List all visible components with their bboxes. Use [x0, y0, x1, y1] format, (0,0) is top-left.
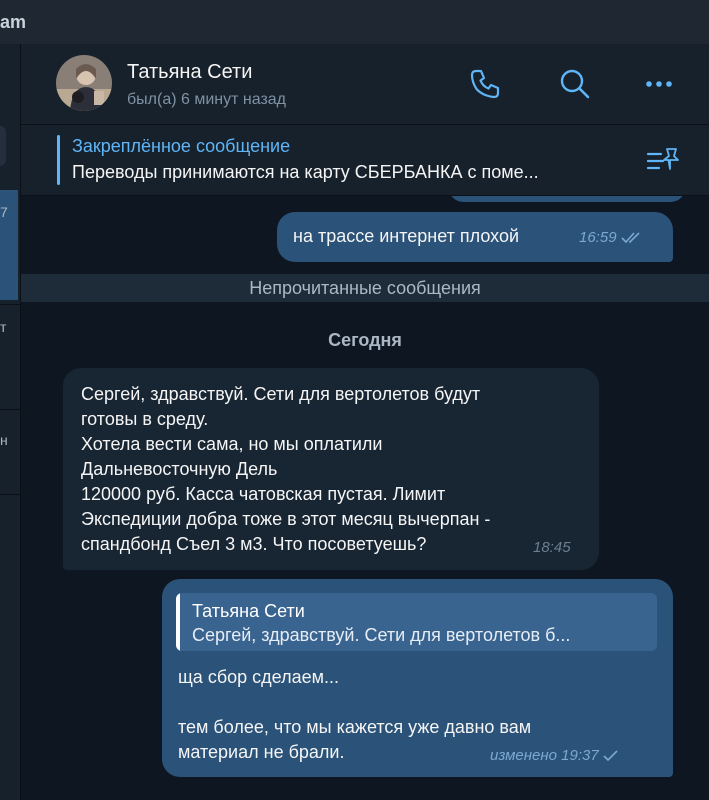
edited-label: изменено: [490, 747, 557, 764]
sidebar-fragment-3: н: [0, 432, 8, 448]
pinned-list-icon[interactable]: [645, 145, 681, 175]
previous-message-bubble: [449, 196, 685, 202]
sidebar-fragment-1: 7: [0, 204, 8, 220]
message-line: Хотела вести сама, но мы оплатили: [81, 434, 383, 454]
message-time: 19:37: [561, 747, 599, 764]
message-line: тем более, что мы кажется уже давно вам: [178, 717, 532, 737]
outgoing-message[interactable]: на трассе интернет плохой 16:59: [277, 212, 673, 262]
reply-accent-bar: [176, 593, 180, 651]
sidebar-divider: [0, 494, 20, 495]
sidebar-divider: [0, 409, 20, 410]
pinned-text: Переводы принимаются на карту СБЕРБАНКА …: [72, 162, 539, 182]
message-line: 120000 руб. Касса чатовская пустая. Лими…: [81, 484, 446, 504]
pinned-message-bar[interactable]: Закреплённое сообщение Переводы принимаю…: [21, 125, 709, 196]
unread-divider: Непрочитанные сообщения: [21, 274, 709, 302]
message-line: готовы в среду.: [81, 409, 209, 429]
contact-status: был(а) 6 минут назад: [127, 91, 287, 108]
more-icon[interactable]: [641, 66, 677, 102]
pinned-accent-bar: [57, 135, 60, 185]
message-line: Дальневосточную Дель: [81, 459, 278, 479]
double-check-icon: [620, 232, 640, 244]
pinned-title: Закреплённое сообщение: [72, 136, 291, 156]
outgoing-reply-message[interactable]: Татьяна Сети Сергей, здравствуй. Сети дл…: [162, 579, 673, 777]
sidebar-fragment-2: т: [0, 319, 7, 335]
message-line: Сергей, здравствуй. Сети для вертолетов …: [81, 384, 481, 404]
sidebar-search-stub[interactable]: [0, 126, 6, 166]
chat-list-sidebar: 7 т н: [0, 44, 21, 800]
chat-header: Татьяна Сети был(а) 6 минут назад: [21, 44, 709, 125]
avatar[interactable]: [56, 55, 112, 111]
incoming-message[interactable]: Сергей, здравствуй. Сети для вертолетов …: [63, 368, 599, 570]
window-titlebar: am: [0, 0, 709, 45]
phone-icon[interactable]: [467, 66, 503, 102]
message-text: на трассе интернет плохой: [293, 226, 520, 246]
message-line: материал не брали.: [178, 742, 345, 762]
reply-author: Татьяна Сети: [192, 601, 305, 621]
check-icon: [603, 750, 618, 762]
reply-quote[interactable]: Татьяна Сети Сергей, здравствуй. Сети дл…: [176, 593, 657, 651]
contact-name[interactable]: Татьяна Сети: [127, 61, 252, 84]
message-time: 16:59: [579, 229, 617, 246]
reply-text: Сергей, здравствуй. Сети для вертолетов …: [192, 625, 571, 645]
date-separator: Сегодня: [328, 330, 402, 350]
message-area[interactable]: на трассе интернет плохой 16:59 Непрочит…: [21, 196, 709, 800]
search-icon[interactable]: [557, 66, 593, 102]
message-time: 18:45: [533, 539, 571, 556]
message-meta: 16:59: [579, 229, 643, 246]
message-meta: изменено 19:37: [490, 747, 619, 764]
message-line: Экспедиции добра тоже в этот месяц вычер…: [81, 509, 491, 529]
message-line: ща сбор сделаем...: [178, 667, 339, 687]
app-title: am: [0, 12, 27, 32]
unread-label: Непрочитанные сообщения: [249, 278, 481, 298]
sidebar-divider: [0, 304, 20, 305]
message-line: спандбонд Съел 3 м3. Что посоветуешь?: [81, 534, 427, 554]
